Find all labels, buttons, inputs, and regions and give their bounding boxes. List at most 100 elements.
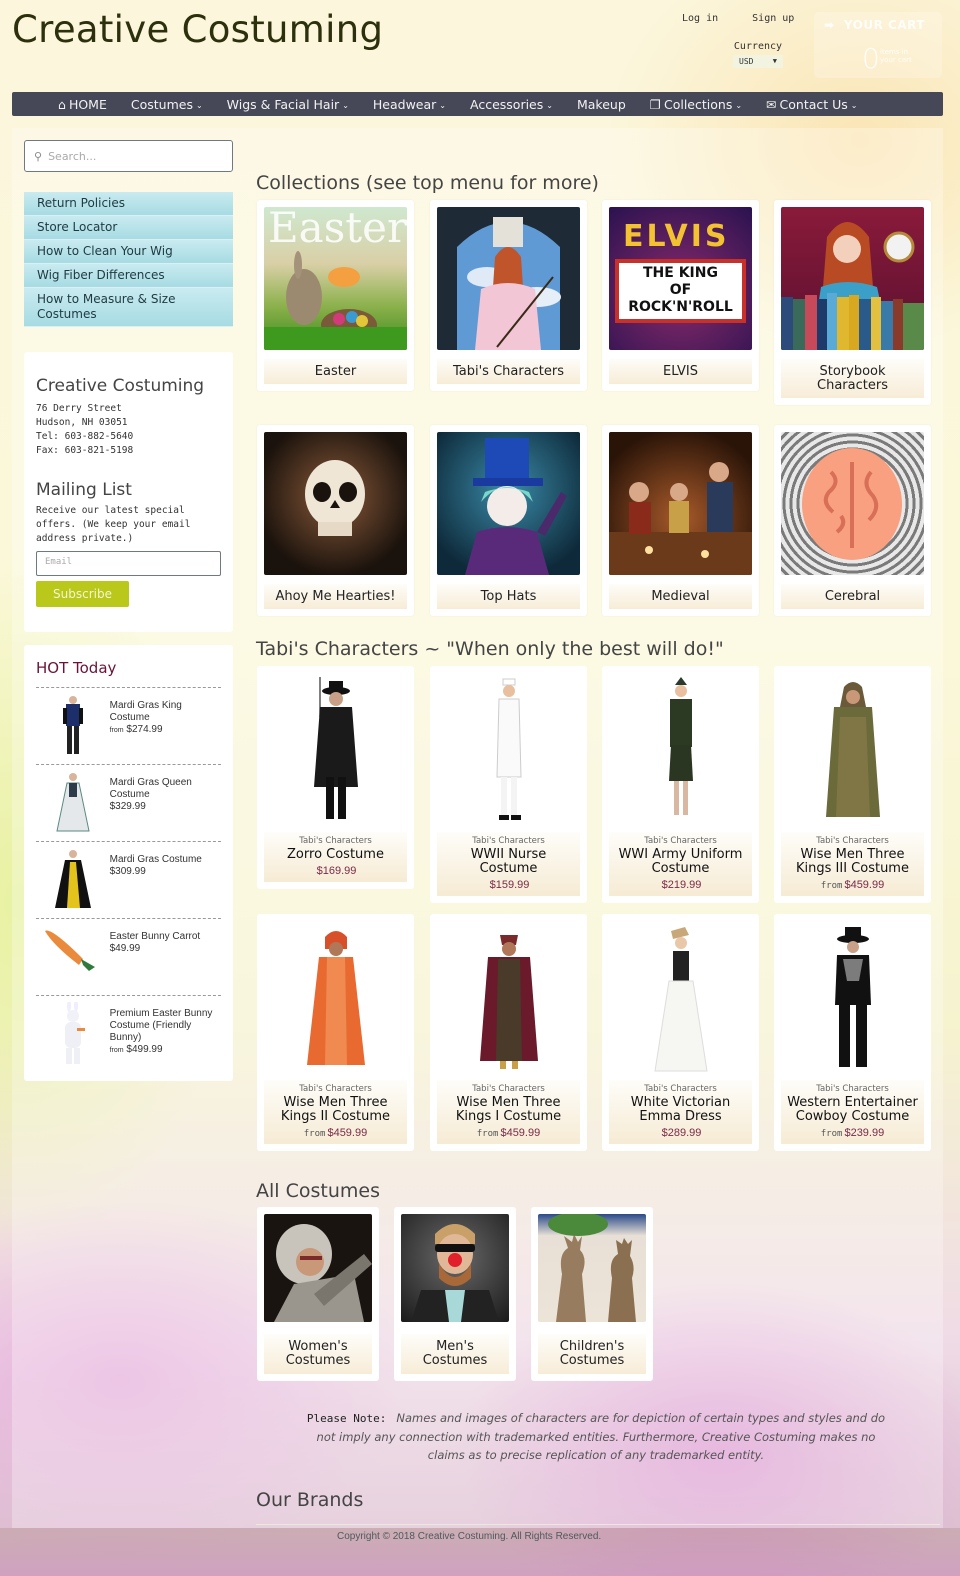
- collection-card-tabis-characters[interactable]: Tabi's Characters: [430, 200, 587, 391]
- nav-home[interactable]: ⌂ HOME: [58, 97, 107, 112]
- collection-label[interactable]: Top Hats: [437, 584, 580, 609]
- nav-makeup[interactable]: Makeup: [577, 97, 626, 112]
- currency-select[interactable]: USD ▼: [733, 55, 783, 68]
- collection-label[interactable]: Storybook Characters: [781, 359, 924, 398]
- product-card[interactable]: Tabi's Characters Wise Men Three Kings I …: [430, 914, 587, 1151]
- collection-label[interactable]: Ahoy Me Hearties!: [264, 584, 407, 609]
- hot-item[interactable]: Easter Bunny Carrot $49.99: [36, 919, 221, 996]
- collection-card-top-hats[interactable]: Top Hats: [430, 425, 587, 616]
- product-card[interactable]: Tabi's Characters WWI Army Uniform Costum…: [602, 666, 759, 903]
- product-image[interactable]: [264, 673, 407, 825]
- sidebar-item-return-policies[interactable]: Return Policies: [24, 192, 233, 216]
- chevron-down-icon: ⌄: [735, 100, 743, 110]
- collection-card-cerebral[interactable]: Cerebral: [774, 425, 931, 616]
- product-title[interactable]: WWII Nurse Costume: [441, 848, 576, 876]
- hot-item-image[interactable]: [36, 694, 110, 758]
- product-image[interactable]: [781, 921, 924, 1073]
- category-label[interactable]: Men's Costumes: [401, 1334, 509, 1374]
- hot-item-image[interactable]: [36, 771, 110, 835]
- sidebar-item-wig-fiber[interactable]: Wig Fiber Differences: [24, 264, 233, 288]
- product-image[interactable]: [781, 673, 924, 825]
- hot-item-image[interactable]: [36, 1002, 110, 1066]
- category-card-women[interactable]: Women's Costumes: [257, 1207, 379, 1381]
- collection-card-storybook[interactable]: Storybook Characters: [774, 200, 931, 405]
- sidebar-item-store-locator[interactable]: Store Locator: [24, 216, 233, 240]
- category-label[interactable]: Women's Costumes: [264, 1334, 372, 1374]
- collection-image[interactable]: [437, 432, 580, 575]
- nav-headwear[interactable]: Headwear ⌄: [373, 97, 446, 112]
- collection-label[interactable]: ELVIS: [609, 359, 752, 384]
- category-card-children[interactable]: Children's Costumes: [531, 1207, 653, 1381]
- nav-wigs[interactable]: Wigs & Facial Hair ⌄: [227, 97, 349, 112]
- hot-item[interactable]: Premium Easter Bunny Costume (Friendly B…: [36, 996, 221, 1073]
- product-price: $169.99: [316, 865, 357, 877]
- product-title[interactable]: Wise Men Three Kings II Costume: [268, 1096, 403, 1124]
- collection-card-easter[interactable]: Easter Easter: [257, 200, 414, 391]
- login-link[interactable]: Log in: [682, 13, 718, 24]
- product-image[interactable]: [609, 673, 752, 825]
- collection-card-elvis[interactable]: ELVIS THE KING OF ROCK'N'ROLL ELVIS: [602, 200, 759, 391]
- product-title[interactable]: WWI Army Uniform Costume: [613, 848, 748, 876]
- product-vendor: Tabi's Characters: [299, 1084, 372, 1094]
- nav-contact[interactable]: ✉ Contact Us ⌄: [766, 97, 857, 112]
- hot-item-price: $49.99: [109, 943, 141, 954]
- nav-accessories[interactable]: Accessories ⌄: [470, 97, 553, 112]
- email-field[interactable]: Email: [36, 551, 221, 576]
- cart-title: YOUR CART: [843, 18, 926, 32]
- search-input[interactable]: ⚲ Search...: [24, 140, 233, 172]
- product-image[interactable]: [437, 921, 580, 1073]
- category-image[interactable]: [264, 1214, 372, 1322]
- site-title[interactable]: Creative Costuming: [12, 8, 383, 51]
- cart-widget[interactable]: ➡ YOUR CART 0 items in your cart: [814, 12, 942, 78]
- collection-label[interactable]: Cerebral: [781, 584, 924, 609]
- nav-costumes[interactable]: Costumes ⌄: [131, 97, 203, 112]
- hot-item-name[interactable]: Mardi Gras King Costume: [110, 700, 221, 724]
- category-image[interactable]: [538, 1214, 646, 1322]
- product-card[interactable]: Tabi's Characters WWII Nurse Costume $159.…: [430, 666, 587, 903]
- product-title[interactable]: Wise Men Three Kings III Costume: [785, 848, 920, 876]
- hot-item-name[interactable]: Premium Easter Bunny Costume (Friendly B…: [110, 1008, 221, 1044]
- hot-item-name[interactable]: Mardi Gras Queen Costume: [110, 777, 221, 801]
- collection-label[interactable]: Easter: [264, 359, 407, 384]
- collection-image[interactable]: [609, 432, 752, 575]
- product-vendor: Tabi's Characters: [816, 1084, 889, 1094]
- product-image[interactable]: [609, 921, 752, 1073]
- category-card-men[interactable]: Men's Costumes: [394, 1207, 516, 1381]
- sidebar-item-clean-wig[interactable]: How to Clean Your Wig: [24, 240, 233, 264]
- product-card[interactable]: Tabi's Characters Zorro Costume $169.99: [257, 666, 414, 889]
- product-image[interactable]: [264, 921, 407, 1073]
- product-card[interactable]: Tabi's Characters Wise Men Three Kings II…: [774, 666, 931, 903]
- collection-image[interactable]: [781, 207, 924, 350]
- category-image[interactable]: [401, 1214, 509, 1322]
- hot-item[interactable]: Mardi Gras Queen Costume $329.99: [36, 765, 221, 842]
- product-card[interactable]: Tabi's Characters Wise Men Three Kings II…: [257, 914, 414, 1151]
- hot-item-image[interactable]: [36, 925, 110, 989]
- hot-item-name[interactable]: Easter Bunny Carrot: [110, 931, 221, 943]
- subscribe-button[interactable]: Subscribe: [36, 581, 129, 607]
- collection-image[interactable]: ELVIS THE KING OF ROCK'N'ROLL: [609, 207, 752, 350]
- collection-image[interactable]: [437, 207, 580, 350]
- collection-image[interactable]: Easter: [264, 207, 407, 350]
- category-label[interactable]: Children's Costumes: [538, 1334, 646, 1374]
- collection-image[interactable]: [781, 432, 924, 575]
- collection-card-ahoy[interactable]: Ahoy Me Hearties!: [257, 425, 414, 616]
- collection-label[interactable]: Tabi's Characters: [437, 359, 580, 384]
- product-title[interactable]: White Victorian Emma Dress: [613, 1096, 748, 1124]
- product-title[interactable]: Western Entertainer Cowboy Costume: [785, 1096, 920, 1124]
- collection-image[interactable]: [264, 432, 407, 575]
- nav-collections[interactable]: ❐ Collections ⌄: [650, 97, 742, 112]
- product-card[interactable]: Tabi's Characters White Victorian Emma Dr…: [602, 914, 759, 1151]
- signup-link[interactable]: Sign up: [752, 13, 794, 24]
- hot-item[interactable]: Mardi Gras King Costume from $274.99: [36, 688, 221, 765]
- product-title[interactable]: Wise Men Three Kings I Costume: [441, 1096, 576, 1124]
- collection-card-medieval[interactable]: Medieval: [602, 425, 759, 616]
- product-title[interactable]: Zorro Costume: [268, 848, 403, 862]
- hot-item-image[interactable]: [36, 848, 110, 912]
- collection-label[interactable]: Medieval: [609, 584, 752, 609]
- sidebar-item-measure-size[interactable]: How to Measure & Size Costumes: [24, 288, 233, 327]
- product-card[interactable]: Tabi's Characters Western Entertainer Cow…: [774, 914, 931, 1151]
- hot-item-name[interactable]: Mardi Gras Costume: [110, 854, 221, 866]
- product-image[interactable]: [437, 673, 580, 825]
- hot-item[interactable]: Mardi Gras Costume $309.99: [36, 842, 221, 919]
- chevron-down-icon: ⌄: [850, 100, 858, 110]
